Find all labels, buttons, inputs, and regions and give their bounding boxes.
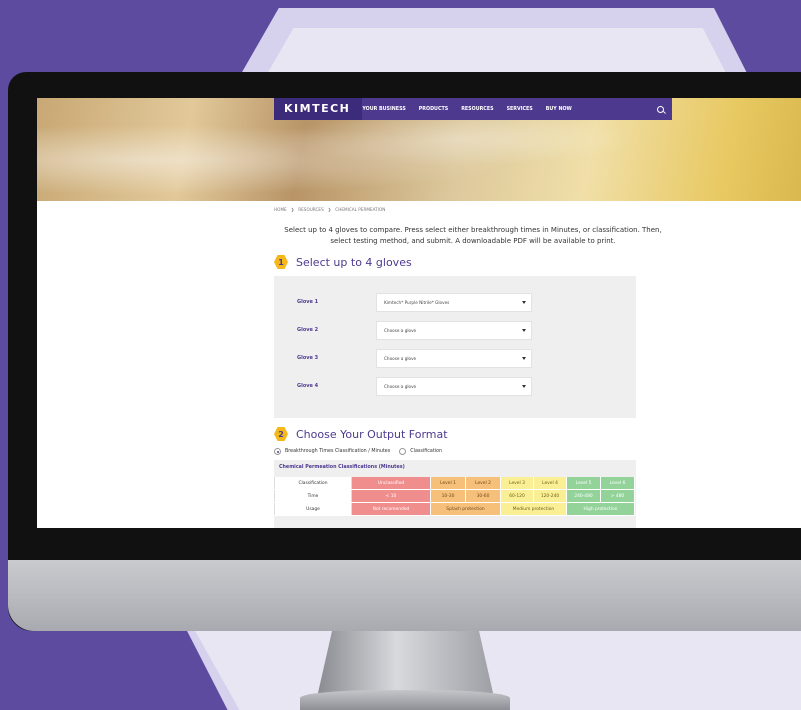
table-cell: 60-120: [501, 490, 534, 502]
chevron-down-icon: [522, 300, 526, 304]
chevron-right-icon: ❯: [290, 207, 295, 212]
nav-buy-now[interactable]: BUY NOW: [546, 107, 572, 112]
table-cell: High protection: [567, 503, 635, 515]
table-cell: Level 1: [431, 477, 466, 489]
glove-row-1: Glove 1 Kimtech* Purple Nitrile* Gloves: [274, 291, 636, 313]
table-cell: 10-30: [431, 490, 466, 502]
table-cell: Level 5: [567, 477, 601, 489]
table-cell: 240-480: [567, 490, 601, 502]
glove-4-label: Glove 4: [297, 383, 319, 389]
table-cell: Level 6: [601, 477, 635, 489]
browser-screen: KIMTECH YOUR BUSINESS PRODUCTS RESOURCES…: [37, 98, 801, 528]
radio-breakthrough-times[interactable]: [274, 448, 281, 455]
table-cell: 30-60: [466, 490, 501, 502]
table-cell: Splash protection: [431, 503, 501, 515]
breadcrumb-home[interactable]: HOME: [274, 207, 287, 212]
glove-row-3: Glove 3 Choose a glove: [274, 347, 636, 369]
step-1-title: Select up to 4 gloves: [296, 255, 412, 269]
table-cell: Medium protection: [501, 503, 567, 515]
glove-2-select[interactable]: Choose a glove: [376, 320, 532, 340]
radio-breakthrough-label[interactable]: Breakthrough Times Classification / Minu…: [285, 449, 390, 454]
table-cell: Not recomended: [352, 503, 431, 515]
glove-4-select[interactable]: Choose a glove: [376, 376, 532, 396]
search-icon[interactable]: [657, 105, 664, 113]
glove-2-label: Glove 2: [297, 327, 319, 333]
table-cell: Unclassified: [352, 477, 431, 489]
table-cell: > 480: [601, 490, 635, 502]
table-cell: Time: [274, 490, 352, 502]
step-2-header: 2 Choose Your Output Format: [274, 427, 448, 441]
chevron-down-icon: [522, 384, 526, 388]
nav-services[interactable]: SERVICES: [507, 107, 533, 112]
glove-row-2: Glove 2 Choose a glove: [274, 319, 636, 341]
table-cell: < 10: [352, 490, 431, 502]
step-1-header: 1 Select up to 4 gloves: [274, 255, 412, 269]
step-2-title: Choose Your Output Format: [296, 427, 448, 441]
glove-selection-panel: Glove 1 Kimtech* Purple Nitrile* Gloves …: [274, 276, 636, 418]
breadcrumb-current: CHEMICAL PERMEATION: [335, 207, 386, 212]
glove-3-select[interactable]: Choose a glove: [376, 348, 532, 368]
table-cell: Level 4: [534, 477, 567, 489]
nav-resources[interactable]: RESOURCES: [461, 107, 493, 112]
chevron-down-icon: [522, 328, 526, 332]
table-cell: 120-240: [534, 490, 567, 502]
table-cell: Level 3: [501, 477, 534, 489]
glove-2-value: Choose a glove: [384, 327, 417, 333]
nav-your-business[interactable]: YOUR BUSINESS: [362, 107, 405, 112]
table-row-time: Time < 10 10-30 30-60 60-120 120-240 240…: [274, 490, 636, 503]
permeation-classification-table: Chemical Permeation Classifications (Min…: [274, 460, 636, 528]
glove-1-value: Kimtech* Purple Nitrile* Gloves: [384, 299, 450, 305]
glove-1-select[interactable]: Kimtech* Purple Nitrile* Gloves: [376, 292, 532, 312]
top-navbar: KIMTECH YOUR BUSINESS PRODUCTS RESOURCES…: [274, 98, 672, 120]
classification-grid: Classification Unclassified Level 1 Leve…: [274, 477, 636, 516]
breadcrumb-resources[interactable]: RESOURCES: [298, 207, 324, 212]
table-cell: Usage: [274, 503, 352, 515]
radio-classification[interactable]: [399, 448, 407, 455]
kimtech-logo[interactable]: KIMTECH: [274, 98, 363, 120]
step-number-badge: 2: [274, 427, 288, 441]
radio-classification-label[interactable]: Classification: [410, 449, 442, 454]
table-row-usage: Usage Not recomended Splash protection M…: [274, 503, 636, 516]
monitor-stand-base: [300, 690, 510, 710]
table-cell: Classification: [274, 477, 352, 489]
output-format-options: Breakthrough Times Classification / Minu…: [274, 448, 442, 455]
nav-products[interactable]: PRODUCTS: [419, 107, 448, 112]
glove-row-4: Glove 4 Choose a glove: [274, 375, 636, 397]
monitor-chin: [8, 560, 801, 631]
breadcrumb: HOME ❯ RESOURCES ❯ CHEMICAL PERMEATION: [274, 207, 385, 212]
glove-1-label: Glove 1: [297, 299, 319, 305]
step-number-badge: 1: [274, 255, 288, 269]
chevron-right-icon: ❯: [327, 207, 332, 212]
table-cell: Level 2: [466, 477, 501, 489]
glove-4-value: Choose a glove: [384, 383, 417, 389]
monitor-stand-neck: [318, 631, 493, 693]
intro-text: Select up to 4 gloves to compare. Press …: [284, 226, 662, 245]
table-title: Chemical Permeation Classifications (Min…: [279, 465, 405, 470]
glove-3-label: Glove 3: [297, 355, 319, 361]
table-row-classification: Classification Unclassified Level 1 Leve…: [274, 477, 636, 490]
chevron-down-icon: [522, 356, 526, 360]
glove-3-value: Choose a glove: [384, 355, 417, 361]
